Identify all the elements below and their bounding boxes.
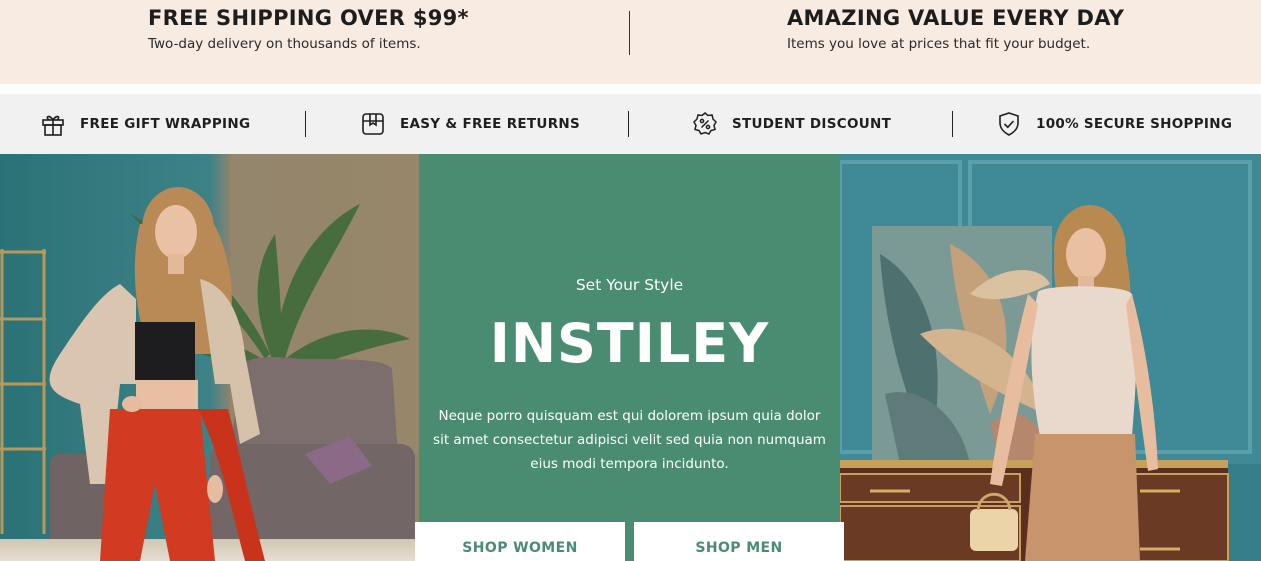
promo-band: FREE SHIPPING OVER $99* Two-day delivery… <box>0 0 1261 84</box>
feature-gift-wrapping: FREE GIFT WRAPPING <box>40 94 250 154</box>
promo-amazing-value: AMAZING VALUE EVERY DAY Items you love a… <box>787 6 1124 52</box>
hero-content-panel: Set Your Style INSTILEY Neque porro quis… <box>419 154 840 561</box>
gift-icon <box>42 115 64 136</box>
hero-image-men[interactable] <box>840 154 1261 561</box>
promo-divider <box>629 11 630 55</box>
feature-label: FREE GIFT WRAPPING <box>80 116 251 132</box>
feature-divider <box>628 111 629 137</box>
promo-free-shipping: FREE SHIPPING OVER $99* Two-day delivery… <box>148 6 469 52</box>
feature-label: 100% SECURE SHOPPING <box>1036 116 1233 132</box>
feature-secure-shopping: 100% SECURE SHOPPING <box>996 94 1232 154</box>
feature-label: EASY & FREE RETURNS <box>400 116 581 132</box>
feature-returns: EASY & FREE RETURNS <box>360 94 580 154</box>
feature-divider <box>952 111 953 137</box>
feature-divider <box>305 111 306 137</box>
promo-subtitle: Two-day delivery on thousands of items. <box>148 36 421 52</box>
hero-image-women[interactable] <box>0 154 419 561</box>
box-icon <box>362 113 384 135</box>
feature-student-discount: STUDENT DISCOUNT <box>692 94 891 154</box>
hero-banner: Set Your Style INSTILEY Neque porro quis… <box>0 154 1261 561</box>
promo-subtitle: Items you love at prices that fit your b… <box>787 36 1091 52</box>
hero-description: Neque porro quisquam est qui dolorem ips… <box>433 408 826 472</box>
promo-title: AMAZING VALUE EVERY DAY <box>787 6 1125 30</box>
hero-brand-title: INSTILEY <box>489 312 770 375</box>
shield-check-icon <box>999 112 1019 136</box>
shop-men-button[interactable]: SHOP MEN <box>634 522 844 561</box>
hero-tagline: Set Your Style <box>575 276 684 294</box>
percent-badge-icon <box>693 112 717 135</box>
features-bar: FREE GIFT WRAPPING EASY & FREE RETURNS S… <box>0 94 1261 154</box>
promo-title: FREE SHIPPING OVER $99* <box>148 6 469 30</box>
feature-label: STUDENT DISCOUNT <box>732 116 892 132</box>
shop-women-button[interactable]: SHOP WOMEN <box>415 522 625 561</box>
